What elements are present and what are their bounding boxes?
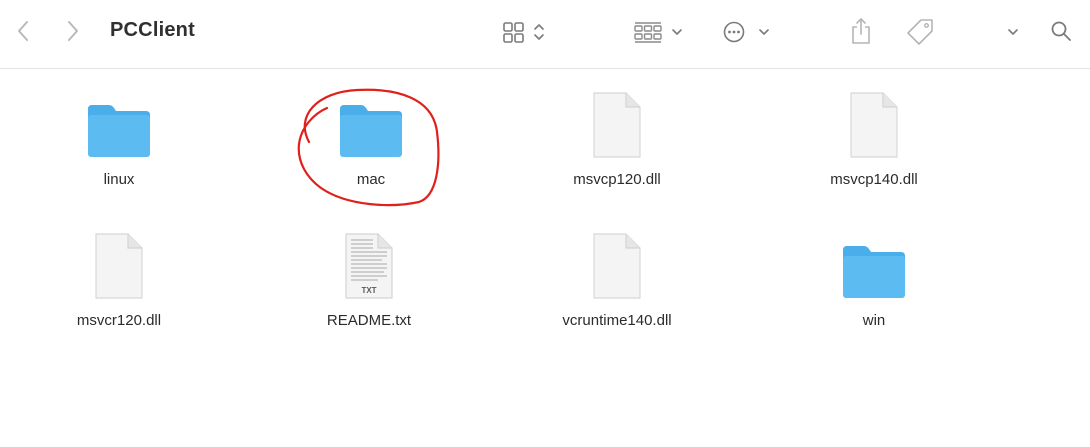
grid-view-icon: [503, 22, 544, 43]
file-name: README.txt: [326, 312, 412, 329]
file-name: linux: [103, 171, 135, 188]
file-name: msvcr120.dll: [76, 312, 162, 329]
file-grid: linux mac msvcp120.dll msvcp140.dll msvc…: [0, 69, 1090, 447]
document-icon: [593, 92, 641, 158]
folder-icon: [88, 105, 150, 157]
file-item-msvcp120[interactable]: msvcp120.dll: [527, 83, 707, 208]
document-icon: [593, 233, 641, 299]
more-button[interactable]: [1000, 16, 1026, 48]
file-name: win: [862, 312, 886, 329]
folder-icon: [843, 246, 905, 298]
file-item-msvcp140[interactable]: msvcp140.dll: [784, 83, 964, 208]
chevron-left-icon: [18, 21, 28, 41]
document-icon: [850, 92, 898, 158]
share-button[interactable]: [846, 14, 876, 48]
file-name: vcruntime140.dll: [562, 312, 672, 329]
back-button[interactable]: [6, 14, 40, 48]
file-item-msvcr120[interactable]: msvcr120.dll: [29, 224, 209, 349]
folder-item-linux[interactable]: linux: [29, 83, 209, 208]
action-menu-button[interactable]: [720, 16, 776, 48]
document-icon: [95, 233, 143, 299]
tag-button[interactable]: [900, 14, 940, 48]
tag-icon: [907, 19, 933, 45]
group-icon: [634, 22, 682, 43]
folder-item-mac[interactable]: mac: [281, 83, 461, 208]
group-button[interactable]: [630, 16, 692, 48]
file-item-readme[interactable]: TXT README.txt: [279, 224, 459, 349]
file-item-vcruntime140[interactable]: vcruntime140.dll: [527, 224, 707, 349]
folder-item-win[interactable]: win: [784, 224, 964, 349]
forward-button[interactable]: [56, 14, 90, 48]
file-name: msvcp120.dll: [573, 171, 661, 188]
file-name: msvcp140.dll: [830, 171, 918, 188]
file-name: mac: [356, 171, 386, 188]
chevron-right-icon: [68, 21, 78, 41]
ellipsis-circle-icon: [723, 21, 769, 43]
search-icon: [1051, 21, 1071, 41]
chevron-down-icon: [1008, 29, 1018, 35]
view-mode-button[interactable]: [498, 16, 556, 48]
txt-badge: TXT: [361, 286, 376, 295]
text-document-icon: TXT: [345, 233, 393, 299]
share-icon: [852, 18, 870, 44]
toolbar: PCClient: [0, 0, 1090, 69]
window-title: PCClient: [110, 19, 195, 41]
search-button[interactable]: [1044, 14, 1078, 48]
folder-icon: [340, 105, 402, 157]
